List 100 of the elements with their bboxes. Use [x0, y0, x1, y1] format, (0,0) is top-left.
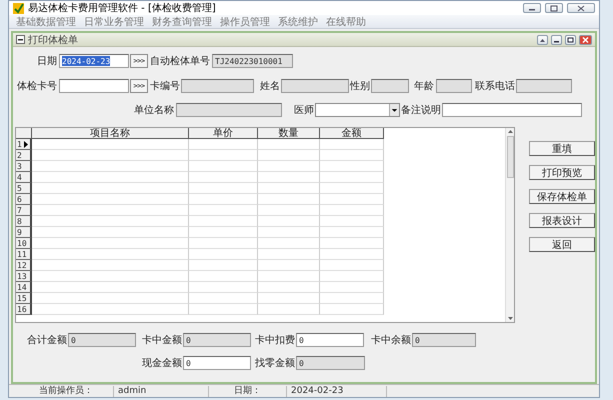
- table-cell[interactable]: [258, 194, 320, 205]
- window-menu-icon[interactable]: [16, 35, 25, 44]
- table-cell[interactable]: [320, 172, 384, 183]
- table-cell[interactable]: [258, 293, 320, 304]
- table-cell[interactable]: [32, 183, 189, 194]
- table-cell[interactable]: [320, 150, 384, 161]
- table-cell[interactable]: [320, 161, 384, 172]
- table-cell[interactable]: [32, 271, 189, 282]
- row-header[interactable]: 3: [16, 161, 32, 172]
- table-cell[interactable]: [32, 216, 189, 227]
- readonly-field[interactable]: 0: [183, 333, 251, 347]
- scroll-down-icon[interactable]: [508, 317, 512, 320]
- action-button[interactable]: 保存体检单: [529, 189, 595, 204]
- menu-item[interactable]: 基础数据管理: [16, 14, 76, 28]
- action-button[interactable]: 返回: [529, 237, 595, 252]
- table-cell[interactable]: [32, 172, 189, 183]
- table-cell[interactable]: [320, 271, 384, 282]
- table-cell[interactable]: [189, 260, 258, 271]
- action-button[interactable]: 重填: [529, 141, 595, 156]
- input-field[interactable]: 0: [183, 356, 251, 370]
- scroll-up-icon[interactable]: [508, 130, 512, 133]
- table-cell[interactable]: [189, 271, 258, 282]
- table-cell[interactable]: [189, 172, 258, 183]
- table-cell[interactable]: [189, 304, 258, 315]
- readonly-field[interactable]: 0: [296, 356, 365, 370]
- row-header[interactable]: 4: [16, 172, 32, 183]
- table-cell[interactable]: [320, 304, 384, 315]
- column-header[interactable]: 项目名称: [32, 128, 189, 139]
- row-header[interactable]: 15: [16, 293, 32, 304]
- row-header[interactable]: 9: [16, 227, 32, 238]
- scroll-up-button[interactable]: [537, 34, 548, 44]
- table-cell[interactable]: [320, 139, 384, 150]
- readonly-field[interactable]: 0: [412, 333, 476, 347]
- input-field[interactable]: [442, 103, 582, 117]
- table-cell[interactable]: [320, 216, 384, 227]
- readonly-field[interactable]: [181, 79, 254, 93]
- table-cell[interactable]: [258, 238, 320, 249]
- menu-item[interactable]: 在线帮助: [326, 14, 366, 28]
- table-cell[interactable]: [320, 293, 384, 304]
- table-cell[interactable]: [32, 205, 189, 216]
- readonly-field[interactable]: [281, 79, 349, 93]
- table-cell[interactable]: [189, 227, 258, 238]
- table-cell[interactable]: [258, 227, 320, 238]
- row-header[interactable]: 5: [16, 183, 32, 194]
- table-cell[interactable]: [189, 205, 258, 216]
- row-header[interactable]: 7: [16, 205, 32, 216]
- row-header[interactable]: 12: [16, 260, 32, 271]
- readonly-field[interactable]: [436, 79, 472, 93]
- table-cell[interactable]: [320, 205, 384, 216]
- table-cell[interactable]: [32, 227, 189, 238]
- action-button[interactable]: 打印预览: [529, 165, 595, 180]
- table-cell[interactable]: [320, 260, 384, 271]
- maximize-button[interactable]: [565, 34, 576, 44]
- table-cell[interactable]: [258, 150, 320, 161]
- table-cell[interactable]: [189, 282, 258, 293]
- readonly-field[interactable]: TJ240223010001: [212, 54, 293, 68]
- table-cell[interactable]: [189, 293, 258, 304]
- column-header[interactable]: 数量: [258, 128, 320, 139]
- action-button[interactable]: 报表设计: [529, 213, 595, 228]
- maximize-button[interactable]: [545, 3, 563, 13]
- row-header[interactable]: 2: [16, 150, 32, 161]
- doctor-dropdown[interactable]: [315, 103, 400, 117]
- row-header[interactable]: 14: [16, 282, 32, 293]
- date-field[interactable]: 2024-02-23: [59, 54, 129, 68]
- table-cell[interactable]: [32, 150, 189, 161]
- table-cell[interactable]: [32, 293, 189, 304]
- scrollbar-thumb[interactable]: [506, 136, 514, 178]
- table-cell[interactable]: [320, 238, 384, 249]
- row-header[interactable]: 8: [16, 216, 32, 227]
- table-cell[interactable]: [189, 216, 258, 227]
- table-cell[interactable]: [32, 139, 189, 150]
- table-cell[interactable]: [258, 216, 320, 227]
- row-header[interactable]: 11: [16, 249, 32, 260]
- readonly-field[interactable]: [176, 103, 282, 117]
- table-cell[interactable]: [32, 249, 189, 260]
- table-cell[interactable]: [258, 282, 320, 293]
- table-cell[interactable]: [32, 282, 189, 293]
- row-header[interactable]: 13: [16, 271, 32, 282]
- row-header[interactable]: 16: [16, 304, 32, 315]
- table-cell[interactable]: [258, 249, 320, 260]
- readonly-field[interactable]: 0: [68, 333, 136, 347]
- input-field[interactable]: 0: [296, 333, 364, 347]
- table-cell[interactable]: [32, 194, 189, 205]
- table-cell[interactable]: [258, 161, 320, 172]
- close-button[interactable]: [579, 34, 592, 44]
- row-header[interactable]: 1: [16, 139, 32, 150]
- table-cell[interactable]: [320, 249, 384, 260]
- input-field[interactable]: [59, 79, 129, 93]
- table-cell[interactable]: [320, 282, 384, 293]
- row-header[interactable]: 10: [16, 238, 32, 249]
- close-button[interactable]: [567, 3, 595, 13]
- table-cell[interactable]: [189, 249, 258, 260]
- table-cell[interactable]: [258, 172, 320, 183]
- table-cell[interactable]: [189, 194, 258, 205]
- table-cell[interactable]: [258, 304, 320, 315]
- readonly-field[interactable]: [516, 79, 572, 93]
- table-cell[interactable]: [320, 194, 384, 205]
- table-cell[interactable]: [189, 183, 258, 194]
- readonly-field[interactable]: [371, 79, 409, 93]
- table-cell[interactable]: [32, 161, 189, 172]
